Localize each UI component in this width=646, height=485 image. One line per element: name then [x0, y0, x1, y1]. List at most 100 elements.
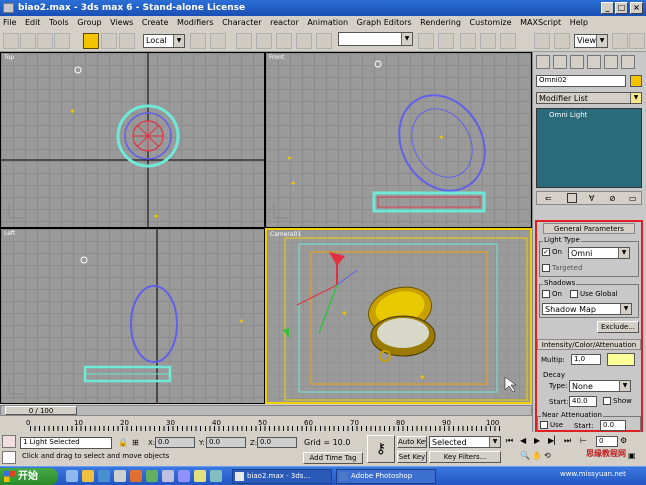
maximize-viewport-icon[interactable]: ▣	[628, 451, 636, 460]
track-bar[interactable]: 0 10 20 30 40 50 60 70 80 90 100	[0, 416, 532, 432]
set-key-icon[interactable]: ⚷	[367, 435, 395, 463]
absolute-mode-icon[interactable]: ⊞	[132, 438, 139, 447]
viewport-front[interactable]: Front ✦ ✦ ✦	[265, 52, 532, 228]
menu-group[interactable]: Group	[77, 18, 101, 27]
menu-tools[interactable]: Tools	[49, 18, 69, 27]
quicklaunch-icon[interactable]	[178, 470, 190, 482]
set-key-button[interactable]: Set Key	[397, 451, 427, 463]
exclude-button[interactable]: Exclude...	[597, 321, 639, 333]
start-button[interactable]: 开始	[0, 468, 58, 485]
quicklaunch-icon[interactable]	[130, 470, 142, 482]
time-slider[interactable]: 0 / 100	[5, 406, 77, 415]
view-dropdown[interactable]: View ▼	[574, 34, 608, 48]
near-use-checkbox[interactable]: Use	[540, 421, 563, 429]
select-move-icon[interactable]	[83, 33, 99, 49]
quicklaunch-icon[interactable]	[114, 470, 126, 482]
lock-selection-icon[interactable]: 🔒	[118, 438, 128, 447]
pin-stack-icon[interactable]: ⇐	[545, 194, 552, 203]
task-3dsmax[interactable]: biao2.max - 3ds...	[232, 469, 332, 484]
modifier-stack[interactable]: Omni Light	[536, 108, 642, 188]
intensity-color-attenuation-rollout[interactable]: Intensity/Color/Attenuation	[537, 339, 641, 350]
menu-views[interactable]: Views	[110, 18, 133, 27]
object-color-swatch[interactable]	[630, 75, 642, 87]
x-coordinate-field[interactable]: 0.0	[155, 437, 195, 448]
viewport-left[interactable]: Left ✦	[0, 228, 265, 404]
modifier-list-dropdown[interactable]: Modifier List ▼	[536, 92, 642, 104]
show-end-result-icon[interactable]	[567, 193, 577, 203]
menu-rendering[interactable]: Rendering	[420, 18, 461, 27]
quicklaunch-icon[interactable]	[210, 470, 222, 482]
z-coordinate-field[interactable]: 0.0	[257, 437, 297, 448]
quicklaunch-icon[interactable]	[82, 470, 94, 482]
angle-snap-icon[interactable]	[256, 33, 272, 49]
menu-maxscript[interactable]: MAXScript	[520, 18, 561, 27]
menu-reactor[interactable]: reactor	[270, 18, 299, 27]
modify-tab-icon[interactable]	[553, 55, 567, 69]
menu-animation[interactable]: Animation	[307, 18, 348, 27]
y-coordinate-field[interactable]: 0.0	[206, 437, 246, 448]
percent-snap-icon[interactable]	[276, 33, 292, 49]
current-frame-field[interactable]: 0	[596, 436, 618, 447]
key-filters-button[interactable]: Key Filters...	[429, 451, 501, 463]
minimize-button[interactable]: _	[601, 2, 614, 14]
menu-file[interactable]: File	[3, 18, 16, 27]
select-rotate-icon[interactable]	[101, 33, 117, 49]
key-mode-dropdown[interactable]: Selected ▼	[429, 436, 501, 448]
coordinate-system-dropdown[interactable]: Local ▼	[143, 34, 185, 48]
curve-editor-icon[interactable]	[480, 33, 496, 49]
maxscript-listener[interactable]	[2, 435, 16, 448]
shadows-on-checkbox[interactable]: On	[542, 290, 562, 298]
quicklaunch-icon[interactable]	[66, 470, 78, 482]
object-name-field[interactable]: Omni02	[536, 75, 626, 87]
quick-render-icon[interactable]	[612, 33, 628, 49]
align-icon[interactable]	[438, 33, 454, 49]
targeted-checkbox[interactable]: Targeted	[542, 264, 582, 272]
task-photoshop[interactable]: Adobe Photoshop	[336, 469, 436, 484]
schematic-view-icon[interactable]	[500, 33, 516, 49]
render-last-icon[interactable]	[629, 33, 645, 49]
pivot-icon[interactable]	[190, 33, 206, 49]
quicklaunch-icon[interactable]	[98, 470, 110, 482]
maxscript-mini-listener[interactable]	[2, 451, 16, 464]
hierarchy-tab-icon[interactable]	[570, 55, 584, 69]
near-start-spinner[interactable]: 0.0	[600, 420, 626, 431]
close-button[interactable]: ×	[630, 2, 643, 14]
select-manipulate-icon[interactable]	[210, 33, 226, 49]
make-unique-icon[interactable]: ∀	[589, 194, 594, 203]
menu-character[interactable]: Character	[222, 18, 262, 27]
add-time-tag-button[interactable]: Add Time Tag	[303, 452, 363, 464]
utilities-tab-icon[interactable]	[621, 55, 635, 69]
decay-start-spinner[interactable]: 40.0	[569, 396, 597, 407]
general-parameters-rollout[interactable]: General Parameters	[543, 223, 635, 234]
menu-create[interactable]: Create	[142, 18, 169, 27]
mirror-icon[interactable]	[418, 33, 434, 49]
decay-show-checkbox[interactable]: Show	[603, 397, 632, 405]
quicklaunch-icon[interactable]	[146, 470, 158, 482]
layer-manager-icon[interactable]	[460, 33, 476, 49]
window-crossing-icon[interactable]	[54, 33, 70, 49]
menu-customize[interactable]: Customize	[470, 18, 512, 27]
quicklaunch-icon[interactable]	[162, 470, 174, 482]
light-type-dropdown[interactable]: Omni ▼	[568, 247, 630, 259]
viewport-top[interactable]: Top ✦ ✦	[0, 52, 265, 228]
decay-type-dropdown[interactable]: None ▼	[569, 380, 631, 392]
select-scale-icon[interactable]	[119, 33, 135, 49]
material-editor-icon[interactable]	[534, 33, 550, 49]
configure-sets-icon[interactable]: ▭	[629, 194, 637, 203]
viewport-camera[interactable]: Camera01 ✦ ✦	[265, 228, 532, 404]
menu-graph-editors[interactable]: Graph Editors	[357, 18, 412, 27]
maximize-button[interactable]: □	[615, 2, 628, 14]
auto-key-button[interactable]: Auto Key	[397, 436, 427, 448]
zoom-icon[interactable]: 🔍	[520, 451, 530, 460]
time-config-icon[interactable]: ⚙	[620, 436, 627, 445]
multiplier-spinner[interactable]: 1.0	[571, 354, 601, 365]
snap-icon[interactable]	[236, 33, 252, 49]
light-color-swatch[interactable]	[607, 353, 635, 366]
goto-start-icon[interactable]: ⏮	[506, 436, 513, 446]
menu-edit[interactable]: Edit	[25, 18, 41, 27]
orbit-icon[interactable]: ⟲	[544, 451, 551, 460]
play-icon[interactable]: ▶	[534, 436, 540, 445]
named-selection-dropdown[interactable]: ▼	[338, 32, 413, 46]
key-mode-toggle-icon[interactable]: ⊢	[580, 436, 587, 445]
create-tab-icon[interactable]	[536, 55, 550, 69]
